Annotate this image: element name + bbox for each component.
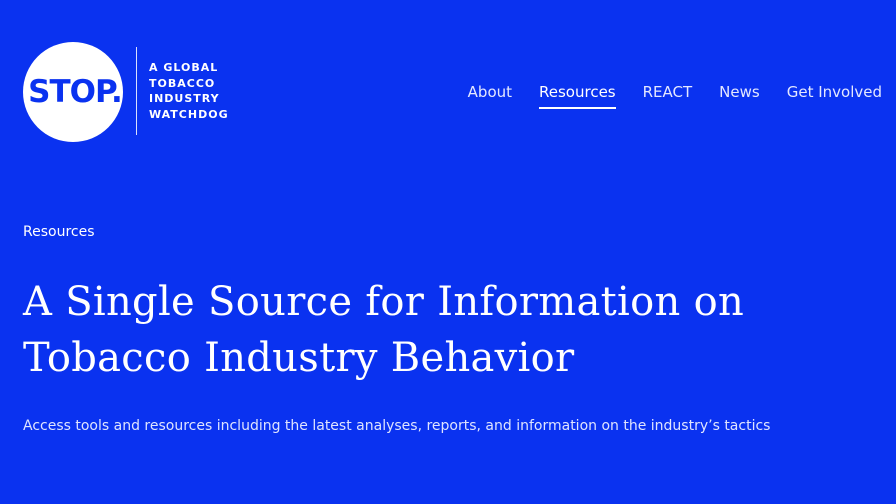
nav-item-get-involved[interactable]: Get Involved (787, 82, 882, 109)
brand-tagline: A GLOBAL TOBACCO INDUSTRY WATCHDOG (149, 60, 249, 122)
logo-divider (136, 47, 137, 135)
main-nav: About Resources REACT News Get Involved (441, 82, 882, 109)
stop-logo[interactable]: STOP. (23, 42, 123, 142)
tagline-line: INDUSTRY (149, 92, 220, 105)
nav-item-resources[interactable]: Resources (539, 82, 616, 109)
tagline-line: WATCHDOG (149, 107, 229, 121)
tagline-line: A GLOBAL (149, 61, 219, 74)
logo-text: STOP. (28, 74, 123, 110)
nav-item-react[interactable]: REACT (643, 82, 693, 109)
page-title: A Single Source for Information on Tobac… (23, 274, 883, 386)
nav-item-about[interactable]: About (468, 82, 512, 109)
page-title-line: A Single Source for Information on (23, 279, 745, 325)
page-subtitle: Access tools and resources including the… (23, 418, 771, 434)
nav-item-news[interactable]: News (719, 82, 760, 109)
tagline-line: TOBACCO (149, 76, 216, 90)
page-title-line: Tobacco Industry Behavior (23, 335, 575, 381)
breadcrumb[interactable]: Resources (23, 223, 95, 241)
